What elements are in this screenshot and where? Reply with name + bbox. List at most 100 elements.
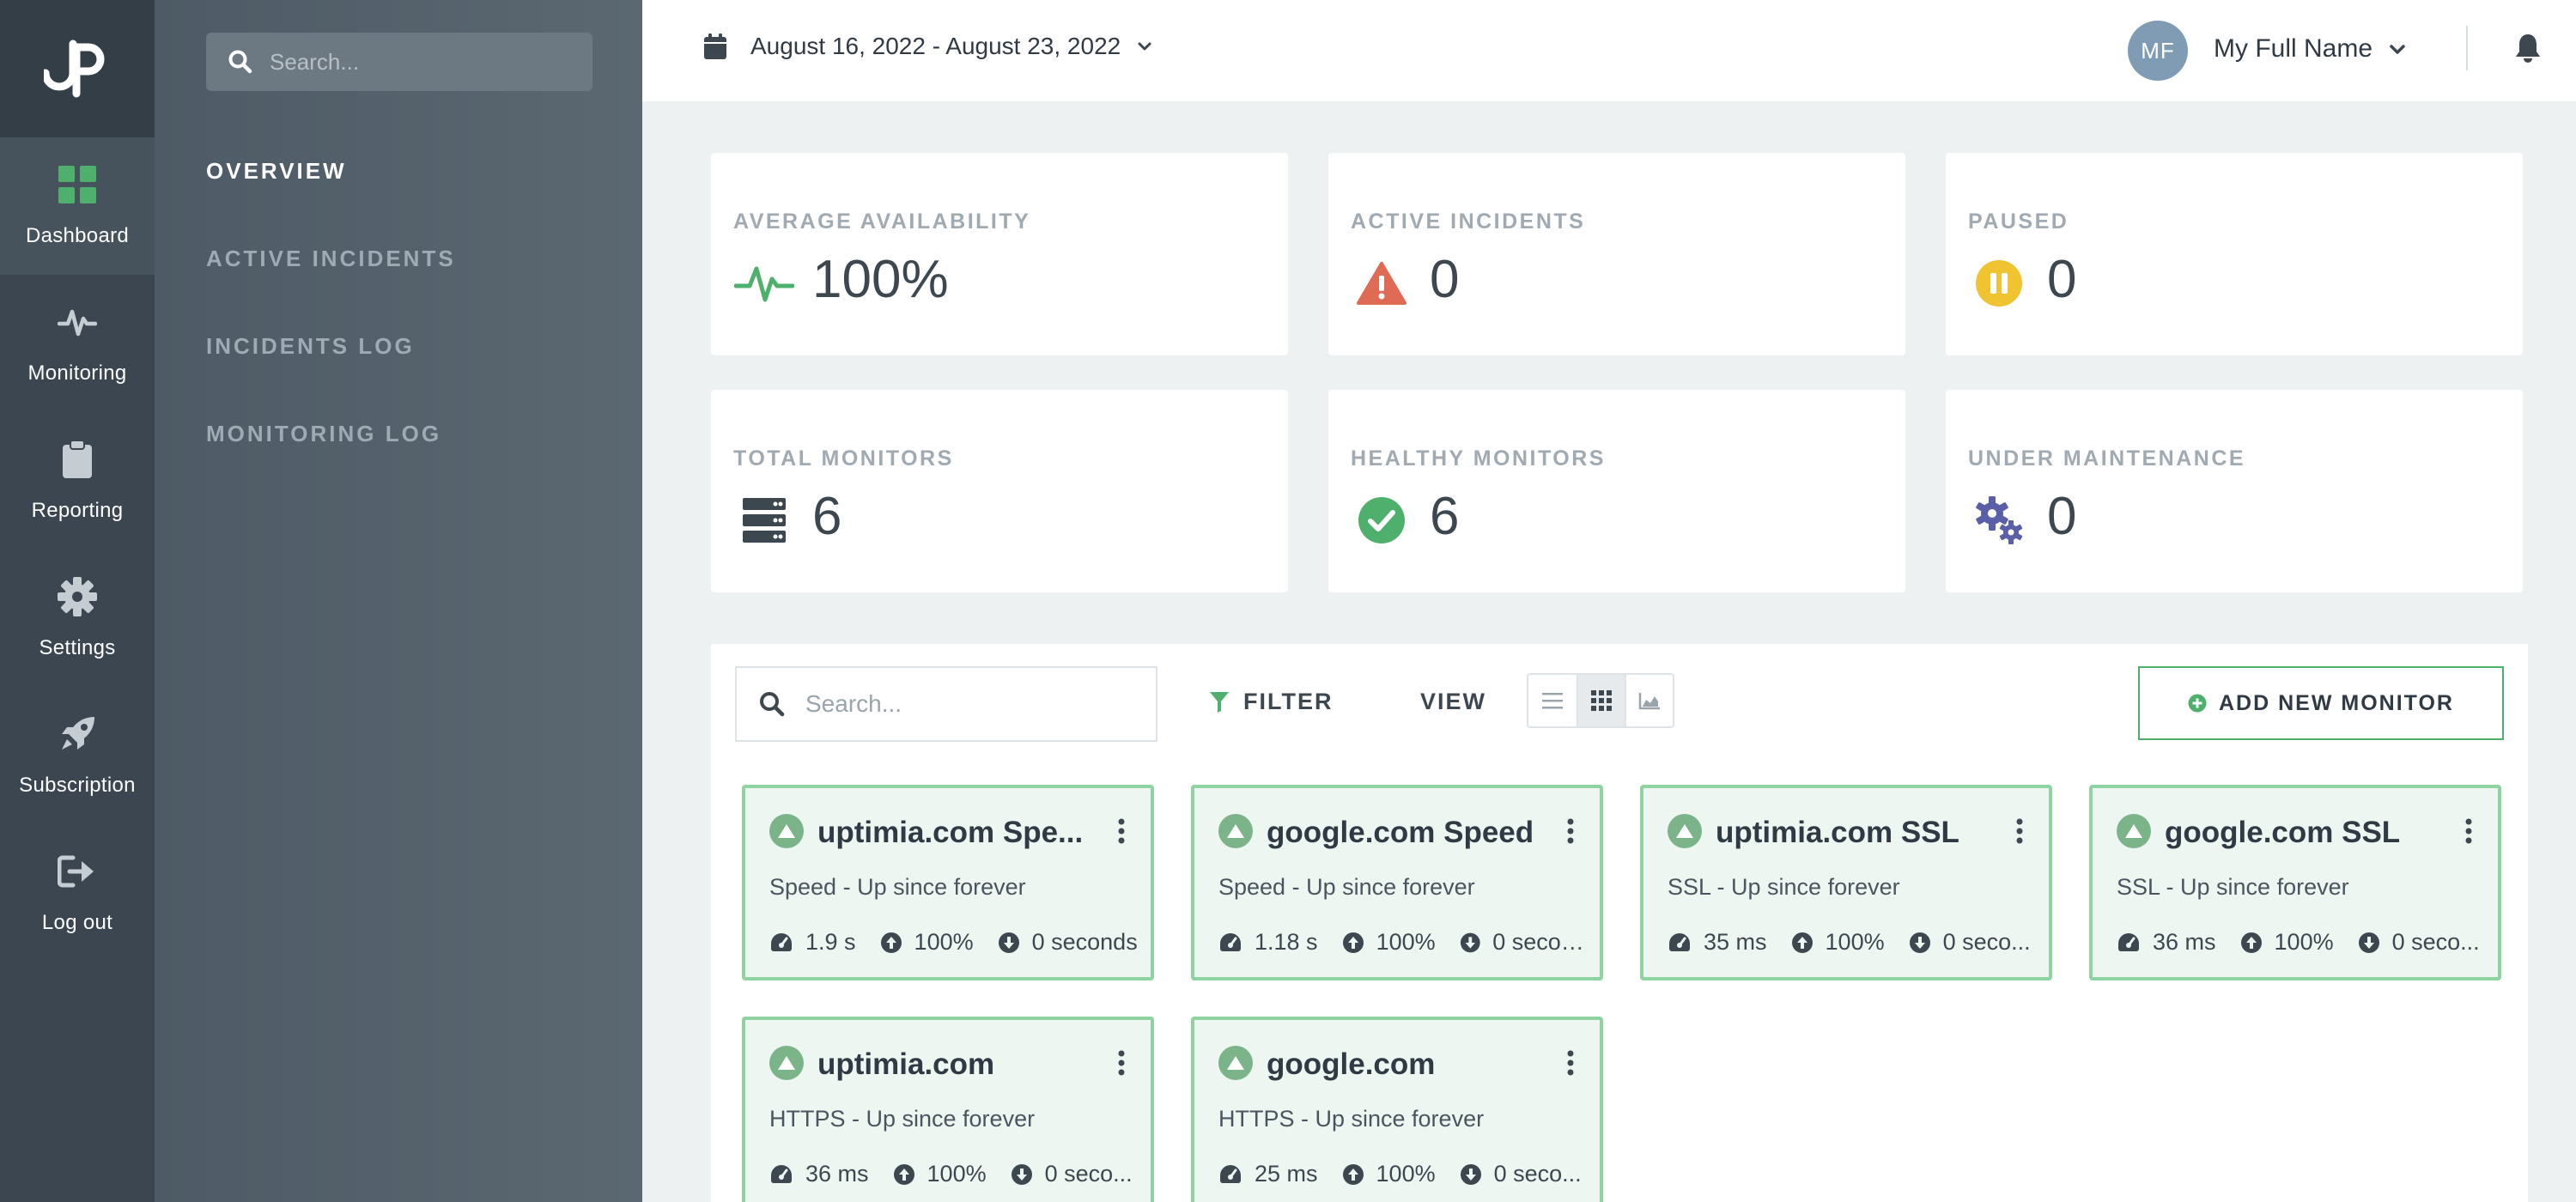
rail-item-settings[interactable]: Settings: [0, 549, 155, 687]
status-up-icon: [1668, 814, 1702, 848]
avatar[interactable]: MF: [2128, 21, 2188, 81]
rail-item-monitoring[interactable]: Monitoring: [0, 275, 155, 412]
warning-icon: [1351, 252, 1413, 314]
rail-item-label: Log out: [41, 911, 113, 934]
monitor-title: uptimia.com: [817, 1047, 995, 1081]
view-list-button[interactable]: [1528, 675, 1577, 726]
more-menu-icon[interactable]: [1116, 817, 1127, 845]
view-grid-button[interactable]: [1577, 675, 1625, 726]
date-range-picker[interactable]: August 16, 2022 - August 23, 2022: [704, 33, 1151, 60]
stat-label: AVERAGE AVAILABILITY: [733, 209, 1031, 234]
downtime: 0 seco...: [1909, 929, 2031, 956]
uptime-value: 100%: [2274, 929, 2334, 955]
arrow-down-circle-icon: [1460, 932, 1480, 952]
speedometer-icon: [1669, 932, 1690, 951]
bell-icon: [2516, 34, 2540, 63]
stat-paused: PAUSED 0: [1946, 153, 2523, 355]
monitor-title: google.com SSL: [2165, 816, 2401, 849]
stat-healthy-monitors: HEALTHY MONITORS 6: [1328, 390, 1905, 592]
logo[interactable]: [0, 0, 155, 137]
monitor-stats: 1.18 s 100% 0 secon...: [1218, 929, 1588, 956]
more-menu-icon[interactable]: [1565, 1049, 1576, 1077]
stat-label: UNDER MAINTENANCE: [1968, 446, 2246, 470]
stat-label: HEALTHY MONITORS: [1351, 446, 1606, 470]
clipboard-icon: [57, 439, 98, 480]
add-new-monitor-label: ADD NEW MONITOR: [2219, 690, 2454, 715]
subnav-item-monitoring-log[interactable]: MONITORING LOG: [206, 421, 441, 447]
monitor-search-input[interactable]: [805, 690, 1149, 718]
more-menu-icon[interactable]: [1116, 1049, 1127, 1077]
more-menu-icon[interactable]: [1565, 817, 1576, 845]
arrow-up-circle-icon: [1342, 1163, 1364, 1185]
user-name: My Full Name: [2214, 34, 2373, 63]
check-circle-icon: [1351, 489, 1413, 551]
speedometer-icon: [771, 932, 792, 951]
monitor-card[interactable]: uptimia.com Spe... Speed - Up since fore…: [742, 785, 1154, 980]
rail-item-label: Reporting: [31, 499, 124, 522]
more-menu-icon[interactable]: [2014, 817, 2025, 845]
monitor-title: google.com Speed: [1267, 816, 1534, 849]
sidebar-search[interactable]: [206, 33, 592, 91]
stat-active-incidents: ACTIVE INCIDENTS 0: [1328, 153, 1905, 355]
gear-icon: [57, 576, 98, 617]
monitor-search[interactable]: [735, 666, 1157, 742]
search-icon: [760, 692, 785, 717]
chevron-down-icon: [1138, 42, 1151, 51]
speedometer-icon: [1220, 932, 1241, 951]
status-up-icon: [769, 814, 804, 848]
speedometer-icon: [2118, 932, 2139, 951]
rail-item-reporting[interactable]: Reporting: [0, 412, 155, 549]
gears-icon: [1968, 489, 2030, 551]
response-value: 25 ms: [1255, 1161, 1318, 1187]
arrow-down-circle-icon: [2358, 932, 2379, 953]
response-time: 36 ms: [2117, 929, 2216, 956]
monitor-card[interactable]: google.com HTTPS - Up since forever 25 m…: [1191, 1017, 1603, 1202]
uptime-value: 100%: [1376, 929, 1436, 955]
uptime: 100%: [1342, 1161, 1436, 1187]
status-up-icon: [769, 1046, 804, 1080]
monitor-title: uptimia.com SSL: [1716, 816, 1959, 849]
rail-item-dashboard[interactable]: Dashboard: [0, 137, 155, 275]
subnav-item-active-incidents[interactable]: ACTIVE INCIDENTS: [206, 246, 456, 272]
monitor-subtitle: HTTPS - Up since forever: [1218, 1106, 1485, 1132]
uptime: 100%: [880, 929, 974, 956]
user-menu[interactable]: My Full Name: [2214, 34, 2405, 64]
downtime: 0 secon...: [1460, 929, 1588, 956]
add-new-monitor-button[interactable]: ADD NEW MONITOR: [2138, 666, 2504, 740]
monitor-stats: 36 ms 100% 0 seco...: [2117, 929, 2486, 956]
speedometer-icon: [1220, 1164, 1241, 1183]
downtime: 0 seco...: [2358, 929, 2480, 956]
status-up-icon: [1218, 1046, 1253, 1080]
area-chart-icon: [1638, 693, 1660, 710]
arrow-down-circle-icon: [1011, 1163, 1032, 1185]
sidebar-search-input[interactable]: [270, 48, 579, 76]
monitor-card[interactable]: uptimia.com HTTPS - Up since forever 36 …: [742, 1017, 1154, 1202]
rail-item-subscription[interactable]: Subscription: [0, 687, 155, 824]
response-value: 36 ms: [2153, 929, 2216, 955]
stat-value: 0: [2047, 250, 2077, 309]
subnav-item-overview[interactable]: OVERVIEW: [206, 158, 347, 185]
grid-icon: [1591, 690, 1612, 711]
view-toggle: [1527, 673, 1674, 728]
rail-item-logout[interactable]: Log out: [0, 824, 155, 962]
monitor-card[interactable]: uptimia.com SSL SSL - Up since forever 3…: [1640, 785, 2052, 980]
arrow-up-circle-icon: [880, 932, 902, 953]
downtime-value: 0 seco...: [1493, 1161, 1582, 1187]
subnav-item-incidents-log[interactable]: INCIDENTS LOG: [206, 333, 415, 360]
monitor-subtitle: SSL - Up since forever: [1668, 874, 1900, 900]
arrow-down-circle-icon: [1460, 1163, 1481, 1185]
monitor-card[interactable]: google.com Speed Speed - Up since foreve…: [1191, 785, 1603, 980]
speedometer-icon: [771, 1164, 792, 1183]
stat-under-maintenance: UNDER MAINTENANCE 0: [1946, 390, 2523, 592]
notifications-button[interactable]: [2514, 33, 2542, 68]
view-chart-button[interactable]: [1625, 675, 1673, 726]
rail-item-label: Monitoring: [27, 361, 127, 385]
downtime: 0 seco...: [1460, 1161, 1582, 1187]
monitor-card[interactable]: google.com SSL SSL - Up since forever 36…: [2089, 785, 2501, 980]
monitor-stats: 25 ms 100% 0 seco...: [1218, 1161, 1588, 1187]
downtime: 0 seco...: [1011, 1161, 1133, 1187]
response-time: 36 ms: [769, 1161, 869, 1187]
more-menu-icon[interactable]: [2464, 817, 2474, 845]
stat-value: 0: [2047, 487, 2077, 546]
filter-button[interactable]: FILTER: [1209, 689, 1333, 715]
